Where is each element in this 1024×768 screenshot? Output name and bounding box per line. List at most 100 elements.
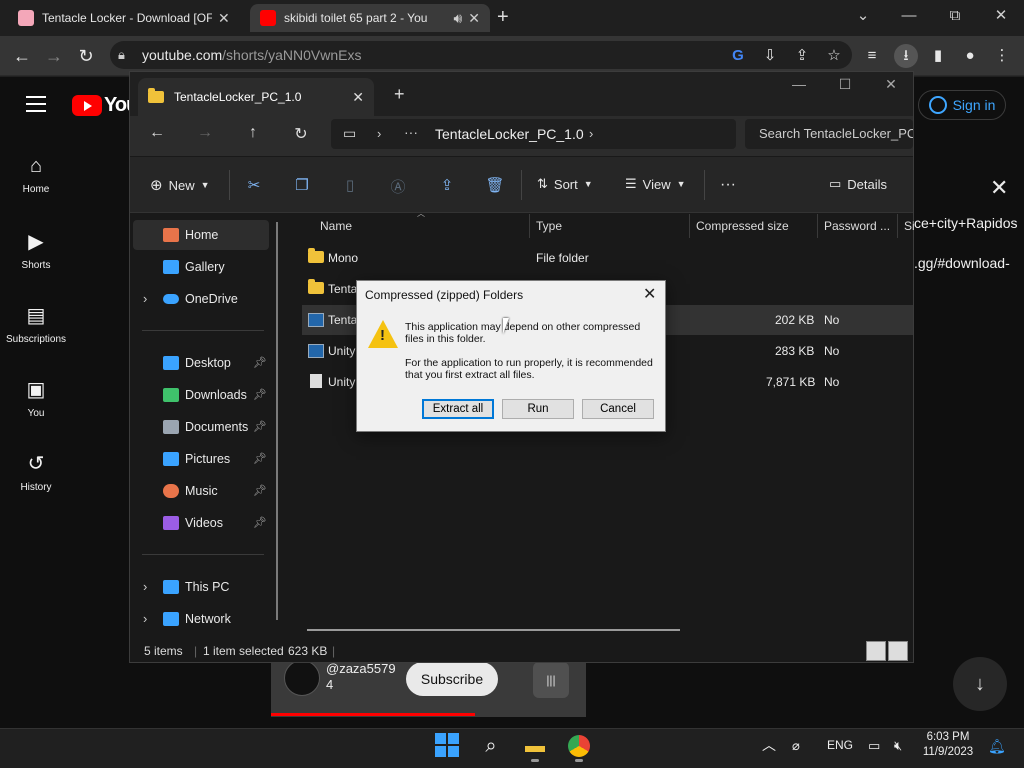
search-icon[interactable]: ⌕	[478, 733, 504, 759]
details-button[interactable]: ▭ Details	[829, 176, 887, 192]
rename-icon[interactable]: Ⓐ	[387, 176, 409, 197]
cut-icon[interactable]: ✂	[243, 176, 265, 194]
yt-nav-you[interactable]: ▣ You	[0, 377, 72, 419]
search-box[interactable]: Search TentacleLocker_PC	[745, 119, 913, 149]
nav-network[interactable]: Network	[133, 604, 269, 634]
explorer-close-button[interactable]: ✕	[868, 76, 914, 93]
subscribe-button[interactable]: Subscribe	[406, 662, 498, 696]
nav-pane-scrollbar[interactable]	[276, 222, 278, 620]
sound-icon[interactable]: |||	[533, 662, 569, 698]
google-icon[interactable]: G	[728, 46, 748, 66]
delete-icon[interactable]: 🗑︎	[484, 176, 506, 194]
nav-documents[interactable]: Documents 📌︎	[133, 412, 269, 442]
refresh-icon[interactable]: ↻	[289, 124, 313, 144]
chevron-right-icon[interactable]: ›	[377, 126, 381, 141]
browser-tab-tentacle-locker[interactable]: Tentacle Locker - Download [OF ✕	[8, 4, 248, 32]
up-folder-icon[interactable]: ↑	[241, 124, 265, 142]
share-icon[interactable]: ⇪	[436, 176, 458, 194]
show-hidden-icons-chevron[interactable]: ︿	[762, 735, 776, 755]
browser-tab-youtube[interactable]: skibidi toilet 65 part 2 - You 🔊︎ ✕	[250, 4, 490, 32]
nav-music[interactable]: Music 📌︎	[133, 476, 269, 506]
cancel-button[interactable]: Cancel	[582, 399, 654, 419]
column-password[interactable]: Password ...	[824, 219, 890, 233]
explorer-minimize-button[interactable]: —	[776, 76, 822, 92]
view-button[interactable]: ☰ View ▼	[625, 176, 686, 192]
new-explorer-tab-button[interactable]: +	[394, 84, 405, 105]
horizontal-scrollbar[interactable]	[307, 629, 680, 631]
yt-nav-history[interactable]: ↺ History	[0, 451, 72, 493]
volume-muted-icon[interactable]: 🔇︎	[894, 738, 902, 754]
tab-close-icon[interactable]: ✕	[218, 10, 230, 27]
channel-avatar[interactable]	[284, 660, 320, 696]
restore-button[interactable]: ⧉	[932, 4, 978, 28]
share-icon[interactable]: ⇪	[792, 46, 812, 66]
yt-nav-home[interactable]: ⌂ Home	[0, 155, 72, 195]
tab-search-chevron-icon[interactable]: ⌄	[840, 4, 886, 28]
nav-desktop[interactable]: Desktop 📌︎	[133, 348, 269, 378]
file-row[interactable]	[302, 243, 913, 273]
file-explorer-icon[interactable]: ▬	[522, 733, 548, 759]
menu-kebab-icon[interactable]: ⋮	[992, 46, 1012, 66]
tab-close-icon[interactable]: ✕	[468, 10, 480, 27]
downloads-icon[interactable]: ⭳	[894, 44, 918, 68]
yt-nav-shorts[interactable]: ▶ Shorts	[0, 229, 72, 271]
channel-handle[interactable]: @zaza5579 4	[326, 661, 406, 693]
more-locations-icon[interactable]: ···	[404, 124, 418, 140]
column-size[interactable]: Si	[904, 219, 915, 233]
paste-icon[interactable]: ▯	[339, 176, 361, 194]
media-controls-icon[interactable]: ≡	[862, 46, 882, 66]
input-language[interactable]: ENG	[827, 738, 853, 752]
start-windows-icon[interactable]	[435, 733, 459, 757]
new-tab-button[interactable]: +	[497, 6, 509, 29]
site-info-icon[interactable]: 🔒︎	[118, 47, 125, 63]
bookmark-star-icon[interactable]: ☆	[824, 46, 844, 66]
close-window-button[interactable]: ✕	[978, 4, 1024, 28]
sign-in-button[interactable]: Sign in	[918, 90, 1006, 120]
side-panel-icon[interactable]: ▮	[928, 46, 948, 66]
explorer-maximize-button[interactable]: ☐	[822, 76, 868, 93]
copy-icon[interactable]: ❐	[291, 176, 313, 194]
explorer-tab[interactable]: TentacleLocker_PC_1.0 ✕	[138, 78, 374, 116]
details-view-icon[interactable]	[866, 641, 886, 661]
column-name[interactable]: Name	[320, 219, 352, 233]
sort-button[interactable]: ⇅ Sort ▼	[537, 176, 593, 192]
clock[interactable]: 6:03 PM 11/9/2023	[922, 730, 974, 760]
close-panel-icon[interactable]: ✕	[990, 175, 1008, 201]
nav-downloads[interactable]: Downloads 📌︎	[133, 380, 269, 410]
notification-bell-icon[interactable]: 🔔︎	[988, 738, 1006, 755]
yt-nav-subscriptions[interactable]: ▤ Subscriptions	[0, 303, 72, 345]
column-divider[interactable]	[897, 214, 898, 238]
explorer-back-icon[interactable]: ←	[145, 124, 169, 142]
dialog-close-icon[interactable]: ✕	[643, 284, 656, 304]
nav-gallery[interactable]: Gallery	[133, 252, 269, 282]
new-button[interactable]: ⊕ New ▼	[150, 176, 210, 194]
nav-this-pc[interactable]: This PC	[133, 572, 269, 602]
display-icon[interactable]: ▭	[868, 738, 880, 754]
video-progress-bar[interactable]	[271, 713, 475, 716]
hamburger-menu-icon[interactable]	[26, 96, 46, 117]
nav-videos[interactable]: Videos 📌︎	[133, 508, 269, 538]
next-short-button[interactable]: ↓	[953, 657, 1007, 711]
column-type[interactable]: Type	[536, 219, 562, 233]
install-app-icon[interactable]: ⇩	[760, 46, 780, 66]
description-link-text[interactable]: .gg/#download-	[914, 255, 1010, 271]
column-compressed-size[interactable]: Compressed size	[696, 219, 789, 233]
url-text[interactable]: youtube.com/shorts/yaNN0VwnExs	[142, 47, 361, 63]
this-pc-icon[interactable]: ▭	[343, 125, 356, 142]
run-button[interactable]: Run	[502, 399, 574, 419]
explorer-forward-icon[interactable]: →	[193, 124, 217, 142]
chevron-right-icon[interactable]: ›	[589, 126, 593, 141]
back-icon[interactable]: ←	[11, 45, 33, 67]
chrome-icon[interactable]	[566, 733, 592, 759]
speaker-icon[interactable]: 🔊︎	[453, 10, 462, 27]
youtube-logo[interactable]: You	[72, 94, 138, 117]
profile-icon[interactable]: ●	[960, 46, 980, 66]
column-divider[interactable]	[689, 214, 690, 238]
large-icons-view-icon[interactable]	[888, 641, 908, 661]
forward-icon[interactable]: →	[43, 45, 65, 67]
nav-pictures[interactable]: Pictures 📌︎	[133, 444, 269, 474]
see-more-icon[interactable]: ···	[720, 176, 736, 194]
nav-onedrive[interactable]: OneDrive	[133, 284, 269, 314]
network-offline-icon[interactable]: ⌀	[792, 738, 800, 754]
close-tab-icon[interactable]: ✕	[352, 89, 364, 106]
